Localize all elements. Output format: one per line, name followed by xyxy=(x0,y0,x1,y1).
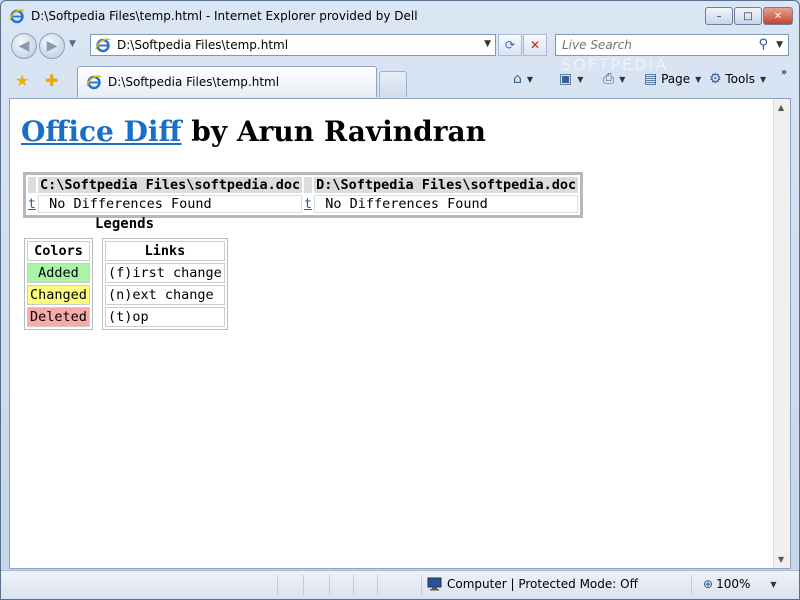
page-title-author: by Arun Ravindran xyxy=(181,115,486,148)
computer-icon xyxy=(427,577,442,591)
status-divider xyxy=(691,575,692,595)
right-top-link[interactable]: t xyxy=(304,197,312,212)
left-top-anchor-cell: t xyxy=(28,195,36,213)
tools-menu-button[interactable]: ⚙ Tools ▼ xyxy=(709,71,766,87)
legend-first-change: (f)irst change xyxy=(105,263,225,283)
maximize-button[interactable]: □ xyxy=(734,7,762,25)
back-button[interactable]: ◀ xyxy=(11,33,37,59)
zoom-level: 100% xyxy=(716,577,751,591)
right-file-header: D:\Softpedia Files\softpedia.doc xyxy=(314,177,579,193)
chevron-down-icon[interactable]: ▼ xyxy=(527,75,533,84)
status-divider xyxy=(377,575,378,595)
ie-logo-icon xyxy=(9,9,25,24)
right-top-anchor-cell: t xyxy=(304,195,313,213)
security-zone[interactable]: Computer | Protected Mode: Off xyxy=(427,577,638,591)
tab-current[interactable]: D:\Softpedia Files\temp.html xyxy=(77,66,377,97)
chevron-down-icon[interactable]: ▼ xyxy=(760,75,766,84)
recent-pages-dropdown[interactable]: ▼ xyxy=(69,39,76,49)
close-button[interactable]: ✕ xyxy=(763,7,793,25)
status-bar: Computer | Protected Mode: Off ⊕ 100% ▼ xyxy=(1,570,799,599)
diff-gutter-header xyxy=(304,177,313,193)
command-bar: ★ ✚ D:\Softpedia Files\temp.html ⌂ ▼ ▣ ▼ ⎙… xyxy=(1,63,799,97)
left-top-link[interactable]: t xyxy=(28,197,36,212)
security-zone-label: Computer | Protected Mode: Off xyxy=(447,577,638,591)
page-content: Office Diff by Arun Ravindran C:\Softped… xyxy=(9,98,791,569)
arrow-right-icon: ▶ xyxy=(46,38,58,54)
refresh-button[interactable]: ⟳ xyxy=(498,34,522,56)
legend-next-change: (n)ext change xyxy=(105,285,225,305)
home-icon: ⌂ xyxy=(513,71,522,87)
status-divider xyxy=(329,575,330,595)
legend-links-table: Links (f)irst change (n)ext change (t)op xyxy=(102,238,228,330)
links-header: Links xyxy=(105,241,225,261)
tab-label: D:\Softpedia Files\temp.html xyxy=(108,75,280,89)
scroll-up-icon[interactable]: ▲ xyxy=(778,103,784,112)
minimize-button[interactable]: – xyxy=(705,7,733,25)
stop-button[interactable]: ✕ xyxy=(523,34,547,56)
tools-menu-label: Tools xyxy=(725,72,755,86)
legends-title: Legends xyxy=(95,216,155,232)
chevron-down-icon[interactable]: ▼ xyxy=(577,75,583,84)
status-divider xyxy=(421,575,422,595)
vertical-scrollbar[interactable]: ▲ ▼ xyxy=(773,99,790,568)
left-diff-message: No Differences Found xyxy=(38,195,303,213)
navigation-bar: ◀ ▶ ▼ D:\Softpedia Files\temp.html ▼ ⟳ ✕… xyxy=(1,31,799,61)
favorites-star-icon[interactable]: ★ xyxy=(15,71,29,90)
ie-page-icon xyxy=(86,75,102,90)
forward-button[interactable]: ▶ xyxy=(39,33,65,59)
left-file-header: C:\Softpedia Files\softpedia.doc xyxy=(38,177,303,193)
chevron-down-icon[interactable]: ▼ xyxy=(695,75,701,84)
window-title: D:\Softpedia Files\temp.html - Internet … xyxy=(31,9,418,23)
diff-table: C:\Softpedia Files\softpedia.doc D:\Soft… xyxy=(23,172,584,218)
status-divider xyxy=(303,575,304,595)
address-text: D:\Softpedia Files\temp.html xyxy=(117,38,289,52)
scroll-down-icon[interactable]: ▼ xyxy=(778,555,784,564)
right-diff-message: No Differences Found xyxy=(314,195,579,213)
gear-icon: ⚙ xyxy=(709,71,722,87)
close-icon: ✕ xyxy=(529,38,541,52)
ie-page-icon xyxy=(95,38,111,53)
home-button[interactable]: ⌂ ▼ xyxy=(513,71,533,87)
office-diff-link[interactable]: Office Diff xyxy=(21,115,182,148)
status-divider xyxy=(277,575,278,595)
colors-header: Colors xyxy=(27,241,90,261)
search-icon[interactable]: ⚲ xyxy=(758,37,768,52)
softpedia-watermark: SOFTPEDIA xyxy=(561,55,669,74)
window-controls: – □ ✕ xyxy=(704,7,793,25)
chevron-down-icon[interactable]: ▼ xyxy=(770,580,776,589)
diff-header-row: C:\Softpedia Files\softpedia.doc D:\Soft… xyxy=(28,177,579,193)
address-bar[interactable]: D:\Softpedia Files\temp.html ▼ xyxy=(90,34,496,56)
add-favorite-icon[interactable]: ✚ xyxy=(45,71,58,90)
chevron-more-icon[interactable]: » xyxy=(781,67,787,78)
search-input[interactable] xyxy=(560,37,750,53)
chevron-down-icon[interactable]: ▼ xyxy=(619,75,625,84)
page-menu-label: Page xyxy=(661,72,691,86)
refresh-icon: ⟳ xyxy=(504,38,516,52)
legend-added: Added xyxy=(27,263,90,283)
status-divider xyxy=(353,575,354,595)
arrow-left-icon: ◀ xyxy=(18,38,30,54)
zoom-control[interactable]: ⊕ 100% ▼ xyxy=(703,577,777,591)
chevron-down-icon[interactable]: ▼ xyxy=(484,39,491,49)
search-box[interactable]: ⚲ ▼ xyxy=(555,34,789,56)
zoom-icon: ⊕ xyxy=(703,577,714,591)
legend-deleted: Deleted xyxy=(27,307,90,327)
browser-window: D:\Softpedia Files\temp.html - Internet … xyxy=(0,0,800,600)
table-row: t No Differences Found t No Differences … xyxy=(28,195,579,213)
page-title: Office Diff by Arun Ravindran xyxy=(21,115,486,148)
title-bar: D:\Softpedia Files\temp.html - Internet … xyxy=(1,1,799,31)
legend-colors-table: Colors Added Changed Deleted xyxy=(24,238,93,330)
diff-gutter-header xyxy=(28,177,36,193)
new-tab-button[interactable] xyxy=(379,71,407,97)
legend-changed: Changed xyxy=(27,285,90,305)
chevron-down-icon[interactable]: ▼ xyxy=(776,40,783,50)
legend-top: (t)op xyxy=(105,307,225,327)
